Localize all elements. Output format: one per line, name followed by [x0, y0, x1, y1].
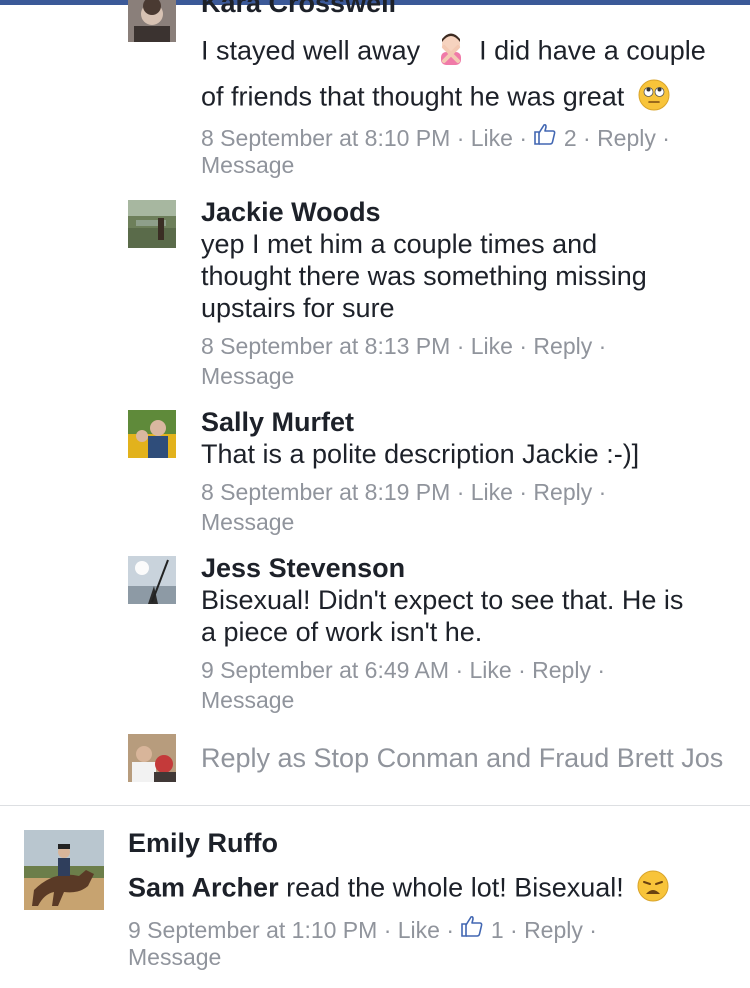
reply-link[interactable]: Reply [532, 657, 591, 684]
message-link[interactable]: Message [201, 509, 294, 536]
avatar[interactable] [128, 200, 176, 248]
comment-author[interactable]: Jackie Woods [201, 197, 381, 228]
message-link[interactable]: Message [201, 363, 294, 390]
comment-text: Sam Archer read the whole lot! Bisexual! [128, 870, 669, 909]
reply-link[interactable]: Reply [533, 479, 592, 506]
divider [0, 805, 750, 806]
comment-timestamp[interactable]: 9 September at 6:49 AM [201, 657, 449, 684]
comment-timestamp[interactable]: 9 September at 1:10 PM [128, 917, 377, 944]
comment-meta: 8 September at 8:13 PM · Like · Reply · [201, 333, 607, 360]
avatar[interactable] [128, 556, 176, 604]
comment-meta: 8 September at 8:19 PM · Like · Reply · [201, 479, 607, 506]
like-link[interactable]: Like [471, 125, 513, 152]
thumbs-up-icon [534, 123, 556, 145]
comment-meta: 9 September at 6:49 AM · Like · Reply · [201, 657, 606, 684]
eye-roll-emoji-icon [638, 79, 670, 118]
no-gesture-emoji-icon [436, 33, 466, 72]
mention-link[interactable]: Sam Archer [128, 873, 279, 903]
comment-text-line: upstairs for sure [201, 293, 395, 323]
avatar[interactable] [128, 410, 176, 458]
comment-timestamp[interactable]: 8 September at 8:10 PM [201, 125, 450, 152]
avatar[interactable] [24, 830, 104, 910]
thumbs-up-icon [461, 915, 483, 937]
message-link[interactable]: Message [201, 687, 294, 714]
comment-text-line: yep I met him a couple times and [201, 229, 598, 259]
message-link[interactable]: Message [128, 944, 221, 971]
like-link[interactable]: Like [471, 333, 513, 360]
comment-text-line: Bisexual! Didn't expect to see that. He … [201, 585, 684, 615]
reply-link[interactable]: Reply [533, 333, 592, 360]
comment-author[interactable]: Jess Stevenson [201, 553, 405, 584]
avatar [128, 734, 176, 782]
like-link[interactable]: Like [470, 657, 512, 684]
comment-text-line: a piece of work isn't he. [201, 617, 483, 647]
like-link[interactable]: Like [471, 479, 513, 506]
comment-timestamp[interactable]: 8 September at 8:19 PM [201, 479, 450, 506]
comment-text-line: thought there was something missing [201, 261, 647, 291]
avatar[interactable] [128, 0, 176, 42]
like-link[interactable]: Like [398, 917, 440, 944]
comment-author[interactable]: Sally Murfet [201, 407, 354, 438]
reply-link[interactable]: Reply [524, 917, 583, 944]
like-count[interactable]: 1 [460, 914, 504, 944]
comment-meta: 8 September at 8:10 PM · Like · 2 · Repl… [201, 122, 670, 152]
like-count[interactable]: 2 [533, 122, 577, 152]
reply-input[interactable]: Reply as Stop Conman and Fraud Brett Jos [201, 743, 723, 774]
comment-meta: 9 September at 1:10 PM · Like · 1 · Repl… [128, 914, 597, 944]
comment-text-line: That is a polite description Jackie :-)] [201, 439, 640, 469]
message-link[interactable]: Message [201, 152, 294, 179]
comment-text: I stayed well away I did have a couple [201, 33, 706, 72]
weary-face-emoji-icon [637, 870, 669, 909]
comment-author[interactable]: Kara Crosswell [201, 0, 396, 19]
comment-text-line: of friends that thought he was great [201, 79, 670, 118]
comment-timestamp[interactable]: 8 September at 8:13 PM [201, 333, 450, 360]
comment-author[interactable]: Emily Ruffo [128, 828, 278, 859]
reply-link[interactable]: Reply [597, 125, 656, 152]
